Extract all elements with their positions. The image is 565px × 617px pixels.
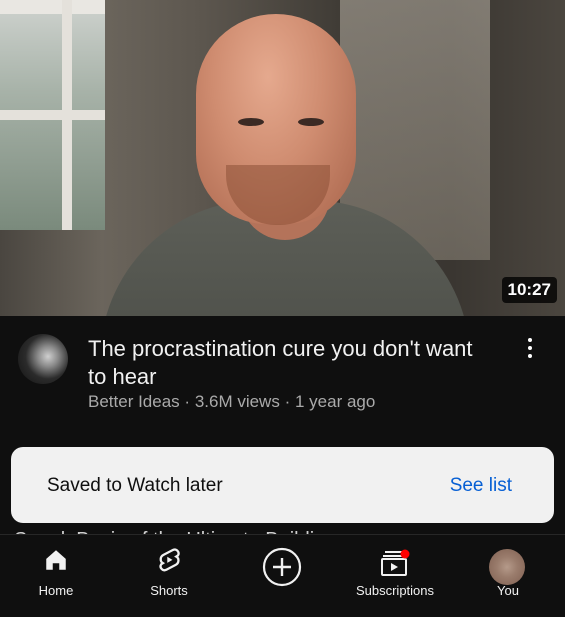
nav-subscriptions[interactable]: Subscriptions <box>335 535 455 617</box>
notification-dot <box>400 549 410 559</box>
nav-home[interactable]: Home <box>0 535 116 617</box>
create-icon[interactable] <box>262 547 302 587</box>
channel-name[interactable]: Better Ideas <box>88 392 180 411</box>
video-meta: Better Ideas · 3.6M views · 1 year ago <box>88 392 375 412</box>
home-icon <box>46 550 66 570</box>
thumbnail-person-eye <box>298 118 324 126</box>
thumbnail-person-eye <box>238 118 264 126</box>
shorts-icon <box>159 548 180 572</box>
channel-avatar[interactable] <box>18 334 68 384</box>
subscriptions-icon <box>381 549 410 576</box>
nav-shorts-label: Shorts <box>150 583 188 598</box>
meta-separator: · <box>284 392 291 411</box>
video-duration-badge: 10:27 <box>501 277 557 303</box>
avatar[interactable] <box>489 549 525 585</box>
video-title[interactable]: The procrastination cure you don't want … <box>88 335 488 391</box>
upload-age: 1 year ago <box>294 392 376 411</box>
meta-separator: · <box>184 392 191 411</box>
see-list-button[interactable]: See list <box>450 475 512 497</box>
nav-you-label: You <box>497 583 519 598</box>
toast-message: Saved to Watch later <box>47 475 223 496</box>
bottom-navigation: Home Shorts Subscriptions You <box>0 534 565 617</box>
snackbar-toast: Saved to Watch later See list <box>11 447 554 523</box>
nav-home-label: Home <box>38 583 74 598</box>
video-thumbnail[interactable]: 10:27 <box>0 0 565 316</box>
more-options-icon[interactable] <box>522 335 538 361</box>
view-count: 3.6M views <box>194 392 280 411</box>
nav-subscriptions-label: Subscriptions <box>355 583 435 598</box>
nav-shorts[interactable]: Shorts <box>109 535 229 617</box>
thumbnail-window <box>0 0 105 230</box>
